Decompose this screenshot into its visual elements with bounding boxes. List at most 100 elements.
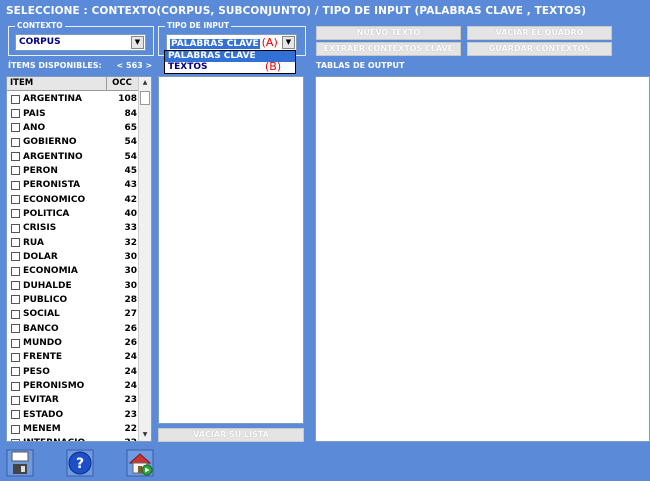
list-item[interactable]: SOCIAL 27 [7, 307, 138, 321]
item-checkbox[interactable] [11, 338, 20, 348]
item-name: PAÍS [23, 108, 46, 119]
item-checkbox[interactable] [11, 410, 20, 420]
item-checkbox[interactable] [11, 123, 20, 133]
list-rows: ARGENTINA 108 PAÍS 84 AÑO 65 GOBIERNO 54 ARGENTI… [7, 92, 138, 441]
item-occ: 30 [124, 280, 137, 291]
list-item[interactable]: PAÍS 84 [7, 106, 138, 120]
list-item[interactable]: DUHALDE 30 [7, 278, 138, 292]
list-item[interactable]: PESO 24 [7, 365, 138, 379]
item-name: ARGENTINO [23, 151, 83, 162]
guardar-contextos-button[interactable]: GUARDAR CONTEXTOS [467, 42, 612, 56]
chevron-down-icon[interactable]: ▼ [131, 36, 144, 49]
list-item[interactable]: PERÓN 45 [7, 164, 138, 178]
vaciar-quadro-button[interactable]: VACIAR EL QUADRO [467, 26, 612, 40]
list-item[interactable]: ECONOMÍA 30 [7, 264, 138, 278]
item-checkbox[interactable] [11, 152, 20, 162]
contexto-select[interactable]: CORPUS ▼ [15, 34, 146, 51]
list-item[interactable]: ESTADO 23 [7, 408, 138, 422]
item-name: PESO [23, 366, 50, 377]
option-label: PALABRAS CLAVE [168, 51, 256, 61]
extraer-contextos-button[interactable]: EXTRAER CONTEXTOS CLAVE [316, 42, 461, 56]
item-checkbox[interactable] [11, 252, 20, 262]
option-label: TEXTOS [168, 62, 208, 72]
item-checkbox[interactable] [11, 352, 20, 362]
list-item[interactable]: MUNDO 26 [7, 336, 138, 350]
item-checkbox[interactable] [11, 266, 20, 276]
item-checkbox[interactable] [11, 295, 20, 305]
item-checkbox[interactable] [11, 209, 20, 219]
item-occ: 108 [118, 94, 137, 105]
item-occ: 54 [124, 151, 137, 162]
item-occ: 84 [124, 108, 137, 119]
item-name: ARGENTINA [23, 94, 82, 105]
item-occ: 26 [124, 338, 137, 349]
items-list[interactable]: ITEM OCC ARGENTINA 108 PAÍS 84 AÑO 65 GOBIERNO… [6, 76, 152, 442]
tipo-input-dropdown[interactable]: PALABRAS CLAVE TEXTOS (B) [164, 50, 296, 74]
item-checkbox[interactable] [11, 424, 20, 434]
item-occ: 65 [124, 122, 137, 133]
item-checkbox[interactable] [11, 438, 20, 441]
item-occ: 45 [124, 165, 137, 176]
item-checkbox[interactable] [11, 137, 20, 147]
col-item-header[interactable]: ITEM [7, 77, 107, 90]
item-checkbox[interactable] [11, 309, 20, 319]
contexto-label: CONTEXTO [15, 20, 65, 32]
item-name: DUHALDE [23, 280, 72, 291]
item-name: PERONISMO [23, 381, 85, 392]
item-checkbox[interactable] [11, 324, 20, 334]
item-checkbox[interactable] [11, 109, 20, 119]
item-checkbox[interactable] [11, 94, 20, 104]
item-name: RÚA [23, 237, 44, 248]
list-item[interactable]: MENEM 22 [7, 422, 138, 436]
item-occ: 30 [124, 251, 137, 262]
output-table[interactable] [315, 76, 650, 442]
selected-list[interactable] [158, 76, 304, 424]
col-occ-header[interactable]: OCC [107, 77, 137, 90]
list-item[interactable]: FRENTE 24 [7, 350, 138, 364]
home-icon[interactable] [126, 449, 154, 477]
chevron-down-icon[interactable]: ▼ [282, 36, 295, 49]
item-checkbox[interactable] [11, 166, 20, 176]
item-occ: 22 [124, 424, 137, 435]
list-item[interactable]: DÓLAR 30 [7, 250, 138, 264]
option-textos[interactable]: TEXTOS (B) [165, 61, 295, 73]
save-icon[interactable] [6, 449, 34, 477]
list-item[interactable]: PÚBLICO 28 [7, 293, 138, 307]
tipo-input-select[interactable]: PALABRAS CLAVE (A) ▼ [166, 34, 297, 51]
list-scrollbar[interactable]: ▲ ▼ [138, 77, 151, 441]
item-occ: 30 [124, 266, 137, 277]
list-item[interactable]: PERONISTA 43 [7, 178, 138, 192]
item-checkbox[interactable] [11, 180, 20, 190]
list-item[interactable]: AÑO 65 [7, 121, 138, 135]
item-checkbox[interactable] [11, 223, 20, 233]
list-item[interactable]: GOBIERNO 54 [7, 135, 138, 149]
item-occ: 28 [124, 294, 137, 305]
scroll-up-icon[interactable]: ▲ [139, 77, 151, 89]
list-item[interactable]: POLÍTICA 40 [7, 207, 138, 221]
item-checkbox[interactable] [11, 281, 20, 291]
list-item[interactable]: ECONÓMICO 42 [7, 192, 138, 206]
list-item[interactable]: RÚA 32 [7, 235, 138, 249]
list-item[interactable]: INTERNACIO...22 [7, 436, 138, 441]
scroll-down-icon[interactable]: ▼ [139, 429, 151, 441]
scroll-thumb[interactable] [140, 91, 150, 105]
nuevo-texto-button[interactable]: NUEVO TEXTO [316, 26, 461, 40]
list-item[interactable]: PERONISMO 24 [7, 379, 138, 393]
item-occ: 40 [124, 208, 137, 219]
item-occ: 54 [124, 137, 137, 148]
list-item[interactable]: ARGENTINO 54 [7, 149, 138, 163]
item-name: BANCO [23, 323, 59, 334]
item-checkbox[interactable] [11, 395, 20, 405]
item-checkbox[interactable] [11, 367, 20, 377]
item-occ: 22 [107, 438, 137, 441]
item-name: PERONISTA [23, 180, 81, 191]
item-checkbox[interactable] [11, 238, 20, 248]
item-checkbox[interactable] [11, 381, 20, 391]
list-item[interactable]: CRISIS 33 [7, 221, 138, 235]
list-item[interactable]: ARGENTINA 108 [7, 92, 138, 106]
list-item[interactable]: BANCO 26 [7, 322, 138, 336]
vaciar-lista-button[interactable]: VACIAR SU LISTA [158, 428, 304, 442]
list-item[interactable]: EVITAR 23 [7, 393, 138, 407]
item-checkbox[interactable] [11, 195, 20, 205]
help-icon[interactable]: ? [66, 449, 94, 477]
